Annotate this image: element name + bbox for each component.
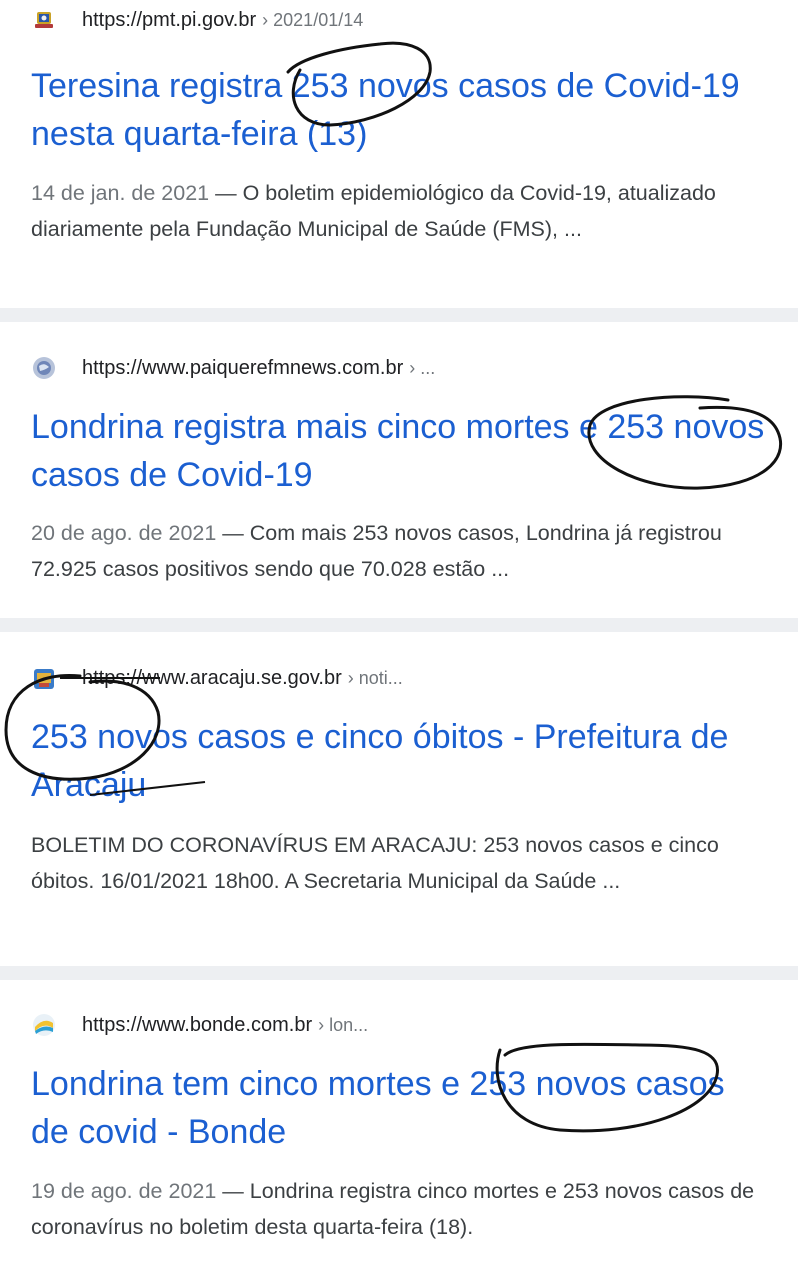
result-url: https://www.bonde.com.br <box>82 1013 313 1036</box>
result-breadcrumb: › ... <box>409 357 436 378</box>
result-date: 20 de ago. de 2021 <box>31 521 217 545</box>
city-crest-icon <box>32 8 56 32</box>
search-result-2: https://www.paiquerefmnews.com.br › ... … <box>0 322 798 618</box>
result-breadcrumb: › lon... <box>318 1014 369 1035</box>
result-divider <box>0 618 798 632</box>
date-separator: — <box>222 1179 244 1203</box>
globe-icon <box>32 356 56 380</box>
search-result-3: https://www.aracaju.se.gov.br › noti... … <box>0 632 798 966</box>
result-title-link[interactable]: Londrina registra mais cinco mortes e 25… <box>31 403 771 499</box>
search-result-1: https://pmt.pi.gov.br › 2021/01/14 Teres… <box>0 0 798 308</box>
bonde-logo-icon <box>32 1013 56 1037</box>
result-divider <box>0 308 798 322</box>
result-snippet: 19 de ago. de 2021 — Londrina registra c… <box>31 1173 771 1245</box>
result-divider <box>0 966 798 980</box>
result-snippet-text: BOLETIM DO CORONAVÍRUS EM ARACAJU: 253 n… <box>31 833 719 893</box>
result-source[interactable]: https://www.paiquerefmnews.com.br › ... <box>31 352 768 384</box>
result-title-link[interactable]: 253 novos casos e cinco óbitos - Prefeit… <box>31 713 771 809</box>
result-title-link[interactable]: Teresina registra 253 novos casos de Cov… <box>31 62 771 158</box>
result-breadcrumb: › 2021/01/14 <box>262 9 364 30</box>
result-source[interactable]: https://www.bonde.com.br › lon... <box>31 1009 768 1041</box>
result-url: https://www.paiquerefmnews.com.br <box>82 356 404 379</box>
result-date: 19 de ago. de 2021 <box>31 1179 217 1203</box>
result-snippet: 20 de ago. de 2021 — Com mais 253 novos … <box>31 515 771 587</box>
result-source[interactable]: https://pmt.pi.gov.br › 2021/01/14 <box>31 4 768 36</box>
date-separator: — <box>215 181 237 205</box>
city-crest-icon <box>32 666 56 690</box>
result-url: https://www.aracaju.se.gov.br <box>82 666 342 689</box>
result-breadcrumb: › noti... <box>347 667 403 688</box>
result-url: https://pmt.pi.gov.br <box>82 8 257 31</box>
result-date: 14 de jan. de 2021 <box>31 181 210 205</box>
result-snippet: 14 de jan. de 2021 — O boletim epidemiol… <box>31 175 771 247</box>
result-snippet: BOLETIM DO CORONAVÍRUS EM ARACAJU: 253 n… <box>31 827 771 899</box>
result-title-link[interactable]: Londrina tem cinco mortes e 253 novos ca… <box>31 1060 771 1156</box>
search-result-4: https://www.bonde.com.br › lon... Londri… <box>0 980 798 1280</box>
result-source[interactable]: https://www.aracaju.se.gov.br › noti... <box>31 662 768 694</box>
date-separator: — <box>222 521 244 545</box>
